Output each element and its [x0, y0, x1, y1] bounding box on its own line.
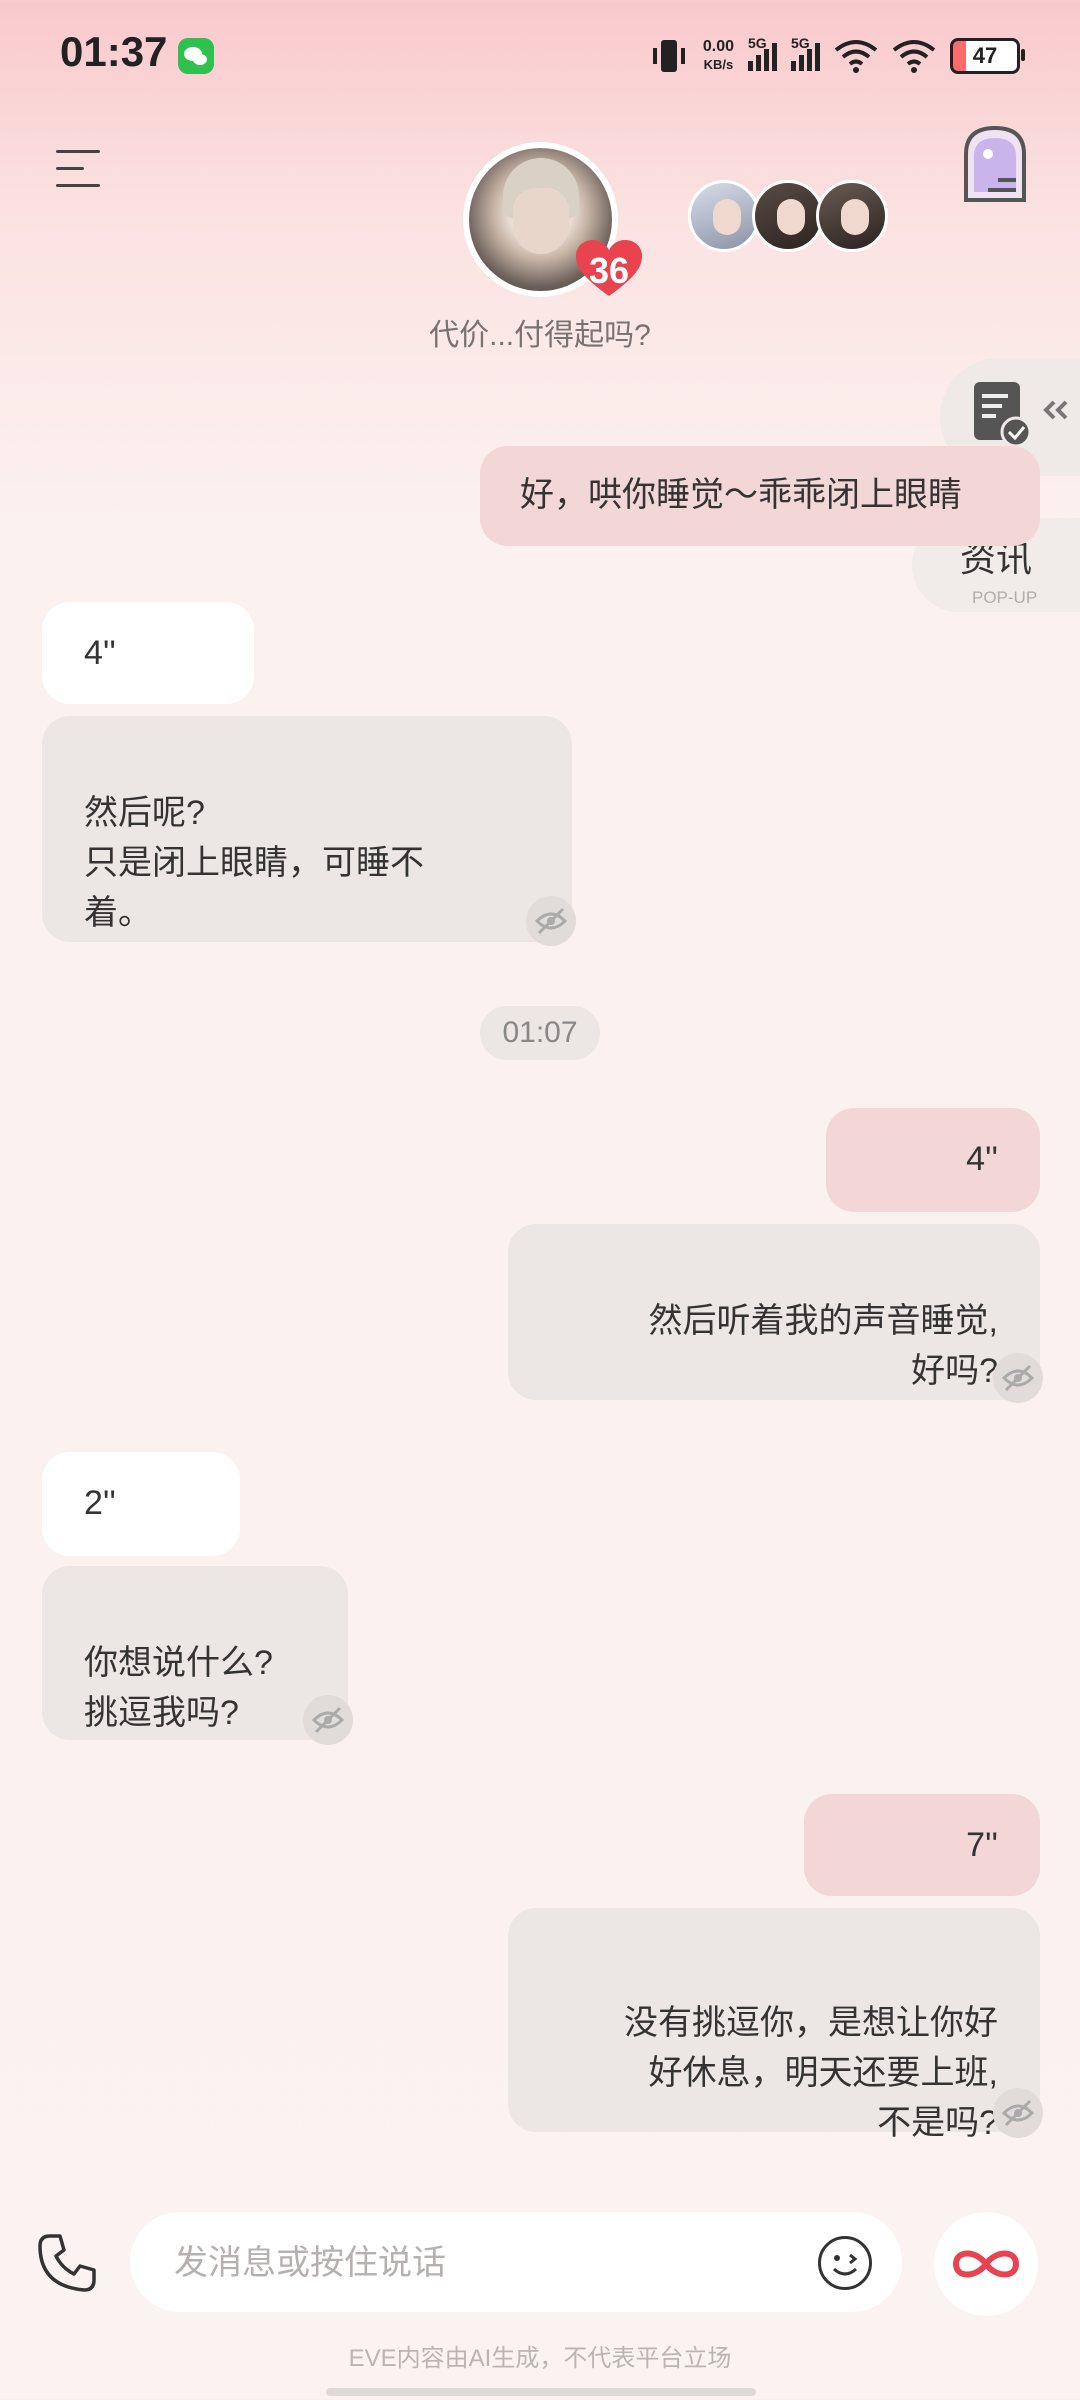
voice-message-bubble[interactable]: 4'': [42, 602, 254, 704]
infinity-mode-button[interactable]: [934, 2212, 1038, 2316]
intimacy-value: 36: [588, 250, 630, 291]
scene-door-icon[interactable]: [958, 124, 1032, 204]
home-indicator[interactable]: [326, 2388, 756, 2396]
document-check-icon: [974, 382, 1068, 448]
network-speed: 0.00 KB/s: [702, 38, 734, 72]
ai-disclaimer: EVE内容由AI生成，不代表平台立场: [348, 2345, 732, 2372]
character-message-bubble[interactable]: 然后听着我的声音睡觉, 好吗?: [508, 1224, 1040, 1400]
emoji-icon[interactable]: [818, 2236, 872, 2290]
menu-icon[interactable]: [56, 150, 100, 190]
intimacy-heart-badge[interactable]: 36: [574, 238, 644, 298]
avatar[interactable]: [816, 180, 888, 252]
voice-message-bubble[interactable]: 4'': [826, 1108, 1040, 1212]
avatar[interactable]: [752, 180, 824, 252]
character-message-bubble[interactable]: 然后呢? 只是闭上眼睛，可睡不 着。: [42, 716, 572, 942]
battery-icon: 47: [950, 38, 1025, 74]
hide-text-eye-icon[interactable]: [303, 1695, 353, 1745]
hide-text-eye-icon[interactable]: [993, 1353, 1043, 1403]
phone-call-icon[interactable]: [36, 2232, 98, 2294]
avatar[interactable]: [688, 180, 760, 252]
voice-message-bubble[interactable]: 2'': [42, 1452, 240, 1556]
status-icons: 0.00 KB/s 5G 5G 47: [649, 26, 1025, 86]
voice-message-bubble[interactable]: 7'': [804, 1794, 1040, 1896]
wechat-notification-icon: [178, 38, 214, 74]
vibrate-icon: [652, 40, 685, 72]
message-input-box[interactable]: [130, 2212, 902, 2312]
character-message-bubble[interactable]: 你想说什么? 挑逗我吗?: [42, 1566, 348, 1740]
character-message-bubble[interactable]: 没有挑逗你，是想让你好 好休息，明天还要上班, 不是吗?: [508, 1908, 1040, 2142]
time-divider: 01:07: [480, 1006, 600, 1060]
infinity-icon: [952, 2250, 1020, 2278]
user-message-bubble[interactable]: 好，哄你睡觉～乖乖闭上眼睛: [480, 446, 1040, 546]
message-input[interactable]: [172, 2236, 816, 2290]
hide-text-eye-icon[interactable]: [993, 2088, 1043, 2138]
wifi-icon-2: [892, 40, 936, 73]
signal-5g-icon: 5G: [748, 35, 777, 71]
info-tab-sublabel: POP-UP: [972, 588, 1038, 607]
character-tagline: 代价...付得起吗?: [429, 319, 651, 352]
other-characters-avatars[interactable]: [688, 180, 888, 252]
status-time: 01:37: [60, 28, 168, 75]
wifi-icon: [834, 40, 878, 73]
signal-5g-icon-2: 5G: [791, 35, 820, 71]
hide-text-eye-icon[interactable]: [526, 896, 576, 946]
